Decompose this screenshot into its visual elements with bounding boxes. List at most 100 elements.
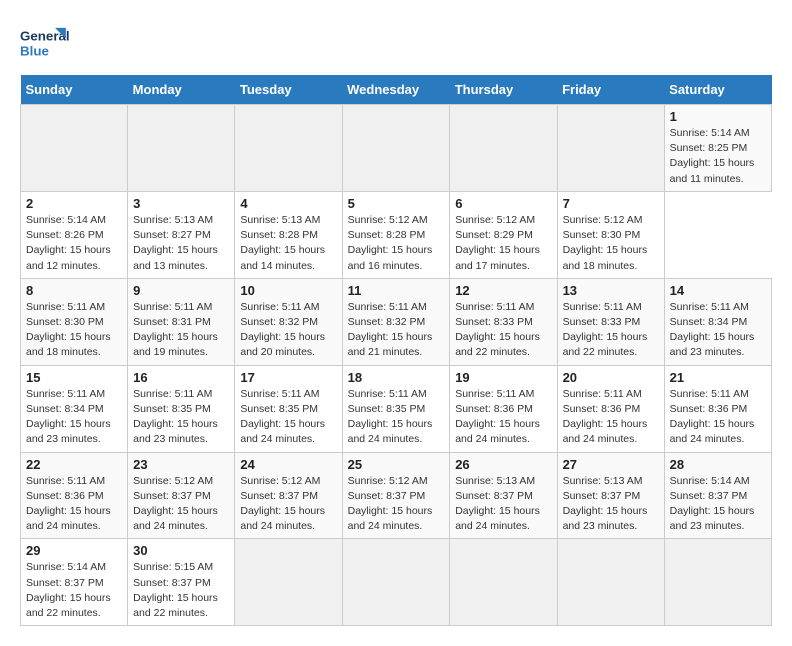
- day-number: 2: [26, 196, 122, 211]
- day-number: 18: [348, 370, 445, 385]
- day-info: Sunrise: 5:13 AMSunset: 8:37 PMDaylight:…: [563, 474, 659, 535]
- day-number: 21: [670, 370, 766, 385]
- day-number: 30: [133, 543, 229, 558]
- weekday-header-sunday: Sunday: [21, 75, 128, 105]
- day-number: 16: [133, 370, 229, 385]
- logo: GeneralBlue: [20, 20, 70, 65]
- day-info: Sunrise: 5:14 AMSunset: 8:25 PMDaylight:…: [670, 126, 766, 187]
- weekday-header-row: SundayMondayTuesdayWednesdayThursdayFrid…: [21, 75, 772, 105]
- day-info: Sunrise: 5:11 AMSunset: 8:33 PMDaylight:…: [455, 300, 551, 361]
- day-info: Sunrise: 5:12 AMSunset: 8:28 PMDaylight:…: [348, 213, 445, 274]
- calendar-cell: 10Sunrise: 5:11 AMSunset: 8:32 PMDayligh…: [235, 278, 342, 365]
- calendar-cell: 20 Sunrise: 5:11 AMSunset: 8:36 PMDayligh…: [557, 365, 664, 452]
- day-number: 29: [26, 543, 122, 558]
- calendar-cell: 13Sunrise: 5:11 AMSunset: 8:33 PMDayligh…: [557, 278, 664, 365]
- day-number: 22: [26, 457, 122, 472]
- day-info: Sunrise: 5:11 AMSunset: 8:35 PMDaylight:…: [348, 387, 445, 448]
- weekday-header-thursday: Thursday: [450, 75, 557, 105]
- day-number: 15: [26, 370, 122, 385]
- calendar-cell: 12 Sunrise: 5:11 AMSunset: 8:33 PMDayligh…: [450, 278, 557, 365]
- day-number: 1: [670, 109, 766, 124]
- day-number: 28: [670, 457, 766, 472]
- calendar-cell: [235, 105, 342, 192]
- calendar-cell: [128, 105, 235, 192]
- day-number: 27: [563, 457, 659, 472]
- calendar-week-row: 22 Sunrise: 5:11 AMSunset: 8:36 PMDayligh…: [21, 452, 772, 539]
- day-info: Sunrise: 5:13 AMSunset: 8:37 PMDaylight:…: [455, 474, 551, 535]
- day-info: Sunrise: 5:11 AMSunset: 8:32 PMDaylight:…: [348, 300, 445, 361]
- calendar-cell: 29 Sunrise: 5:14 AMSunset: 8:37 PMDayligh…: [21, 539, 128, 626]
- day-info: Sunrise: 5:13 AMSunset: 8:28 PMDaylight:…: [240, 213, 336, 274]
- day-info: Sunrise: 5:14 AMSunset: 8:37 PMDaylight:…: [670, 474, 766, 535]
- calendar-cell: 6 Sunrise: 5:12 AMSunset: 8:29 PMDaylight…: [450, 191, 557, 278]
- day-number: 7: [563, 196, 659, 211]
- day-info: Sunrise: 5:11 AMSunset: 8:32 PMDaylight:…: [240, 300, 336, 361]
- day-info: Sunrise: 5:11 AMSunset: 8:36 PMDaylight:…: [670, 387, 766, 448]
- calendar-cell: 11 Sunrise: 5:11 AMSunset: 8:32 PMDayligh…: [342, 278, 450, 365]
- calendar-cell: 25Sunrise: 5:12 AMSunset: 8:37 PMDayligh…: [342, 452, 450, 539]
- day-info: Sunrise: 5:11 AMSunset: 8:34 PMDaylight:…: [26, 387, 122, 448]
- day-number: 11: [348, 283, 445, 298]
- calendar-body: 1 Sunrise: 5:14 AMSunset: 8:25 PMDaylight…: [21, 105, 772, 626]
- day-number: 6: [455, 196, 551, 211]
- day-info: Sunrise: 5:11 AMSunset: 8:35 PMDaylight:…: [133, 387, 229, 448]
- weekday-header-saturday: Saturday: [664, 75, 771, 105]
- calendar-cell: 30 Sunrise: 5:15 AMSunset: 8:37 PMDayligh…: [128, 539, 235, 626]
- calendar-cell: 9Sunrise: 5:11 AMSunset: 8:31 PMDaylight…: [128, 278, 235, 365]
- day-info: Sunrise: 5:14 AMSunset: 8:37 PMDaylight:…: [26, 560, 122, 621]
- calendar-cell: 26 Sunrise: 5:13 AMSunset: 8:37 PMDayligh…: [450, 452, 557, 539]
- day-info: Sunrise: 5:11 AMSunset: 8:30 PMDaylight:…: [26, 300, 122, 361]
- calendar-cell: [664, 539, 771, 626]
- day-info: Sunrise: 5:12 AMSunset: 8:29 PMDaylight:…: [455, 213, 551, 274]
- calendar-cell: 24 Sunrise: 5:12 AMSunset: 8:37 PMDayligh…: [235, 452, 342, 539]
- day-number: 3: [133, 196, 229, 211]
- calendar-week-row: 29 Sunrise: 5:14 AMSunset: 8:37 PMDayligh…: [21, 539, 772, 626]
- calendar-cell: 7 Sunrise: 5:12 AMSunset: 8:30 PMDaylight…: [557, 191, 664, 278]
- calendar-cell: 2Sunrise: 5:14 AMSunset: 8:26 PMDaylight…: [21, 191, 128, 278]
- day-number: 14: [670, 283, 766, 298]
- weekday-header-wednesday: Wednesday: [342, 75, 450, 105]
- day-number: 26: [455, 457, 551, 472]
- calendar-cell: [235, 539, 342, 626]
- day-info: Sunrise: 5:12 AMSunset: 8:37 PMDaylight:…: [133, 474, 229, 535]
- calendar-cell: 4Sunrise: 5:13 AMSunset: 8:28 PMDaylight…: [235, 191, 342, 278]
- calendar-cell: 22 Sunrise: 5:11 AMSunset: 8:36 PMDayligh…: [21, 452, 128, 539]
- calendar-cell: [557, 105, 664, 192]
- calendar-cell: [21, 105, 128, 192]
- calendar-week-row: 15 Sunrise: 5:11 AMSunset: 8:34 PMDayligh…: [21, 365, 772, 452]
- calendar-cell: 16 Sunrise: 5:11 AMSunset: 8:35 PMDayligh…: [128, 365, 235, 452]
- calendar-week-row: 1 Sunrise: 5:14 AMSunset: 8:25 PMDaylight…: [21, 105, 772, 192]
- header: GeneralBlue: [20, 20, 772, 65]
- day-info: Sunrise: 5:11 AMSunset: 8:33 PMDaylight:…: [563, 300, 659, 361]
- day-info: Sunrise: 5:15 AMSunset: 8:37 PMDaylight:…: [133, 560, 229, 621]
- svg-text:Blue: Blue: [20, 43, 49, 58]
- calendar-cell: 19Sunrise: 5:11 AMSunset: 8:36 PMDayligh…: [450, 365, 557, 452]
- calendar-cell: 17Sunrise: 5:11 AMSunset: 8:35 PMDayligh…: [235, 365, 342, 452]
- day-info: Sunrise: 5:11 AMSunset: 8:34 PMDaylight:…: [670, 300, 766, 361]
- calendar-cell: [450, 539, 557, 626]
- day-info: Sunrise: 5:12 AMSunset: 8:37 PMDaylight:…: [240, 474, 336, 535]
- calendar-cell: 1 Sunrise: 5:14 AMSunset: 8:25 PMDaylight…: [664, 105, 771, 192]
- day-number: 25: [348, 457, 445, 472]
- weekday-header-friday: Friday: [557, 75, 664, 105]
- weekday-header-tuesday: Tuesday: [235, 75, 342, 105]
- day-info: Sunrise: 5:11 AMSunset: 8:36 PMDaylight:…: [563, 387, 659, 448]
- calendar-cell: 3 Sunrise: 5:13 AMSunset: 8:27 PMDaylight…: [128, 191, 235, 278]
- day-info: Sunrise: 5:12 AMSunset: 8:30 PMDaylight:…: [563, 213, 659, 274]
- day-number: 8: [26, 283, 122, 298]
- day-info: Sunrise: 5:11 AMSunset: 8:36 PMDaylight:…: [26, 474, 122, 535]
- calendar-cell: 18 Sunrise: 5:11 AMSunset: 8:35 PMDayligh…: [342, 365, 450, 452]
- day-number: 12: [455, 283, 551, 298]
- calendar-cell: [450, 105, 557, 192]
- calendar-cell: 21 Sunrise: 5:11 AMSunset: 8:36 PMDayligh…: [664, 365, 771, 452]
- day-number: 24: [240, 457, 336, 472]
- calendar-week-row: 8 Sunrise: 5:11 AMSunset: 8:30 PMDaylight…: [21, 278, 772, 365]
- day-info: Sunrise: 5:13 AMSunset: 8:27 PMDaylight:…: [133, 213, 229, 274]
- day-number: 20: [563, 370, 659, 385]
- logo-icon: GeneralBlue: [20, 20, 70, 65]
- calendar-cell: 14 Sunrise: 5:11 AMSunset: 8:34 PMDayligh…: [664, 278, 771, 365]
- calendar-cell: 5Sunrise: 5:12 AMSunset: 8:28 PMDaylight…: [342, 191, 450, 278]
- weekday-header-monday: Monday: [128, 75, 235, 105]
- day-number: 17: [240, 370, 336, 385]
- calendar-table: SundayMondayTuesdayWednesdayThursdayFrid…: [20, 75, 772, 626]
